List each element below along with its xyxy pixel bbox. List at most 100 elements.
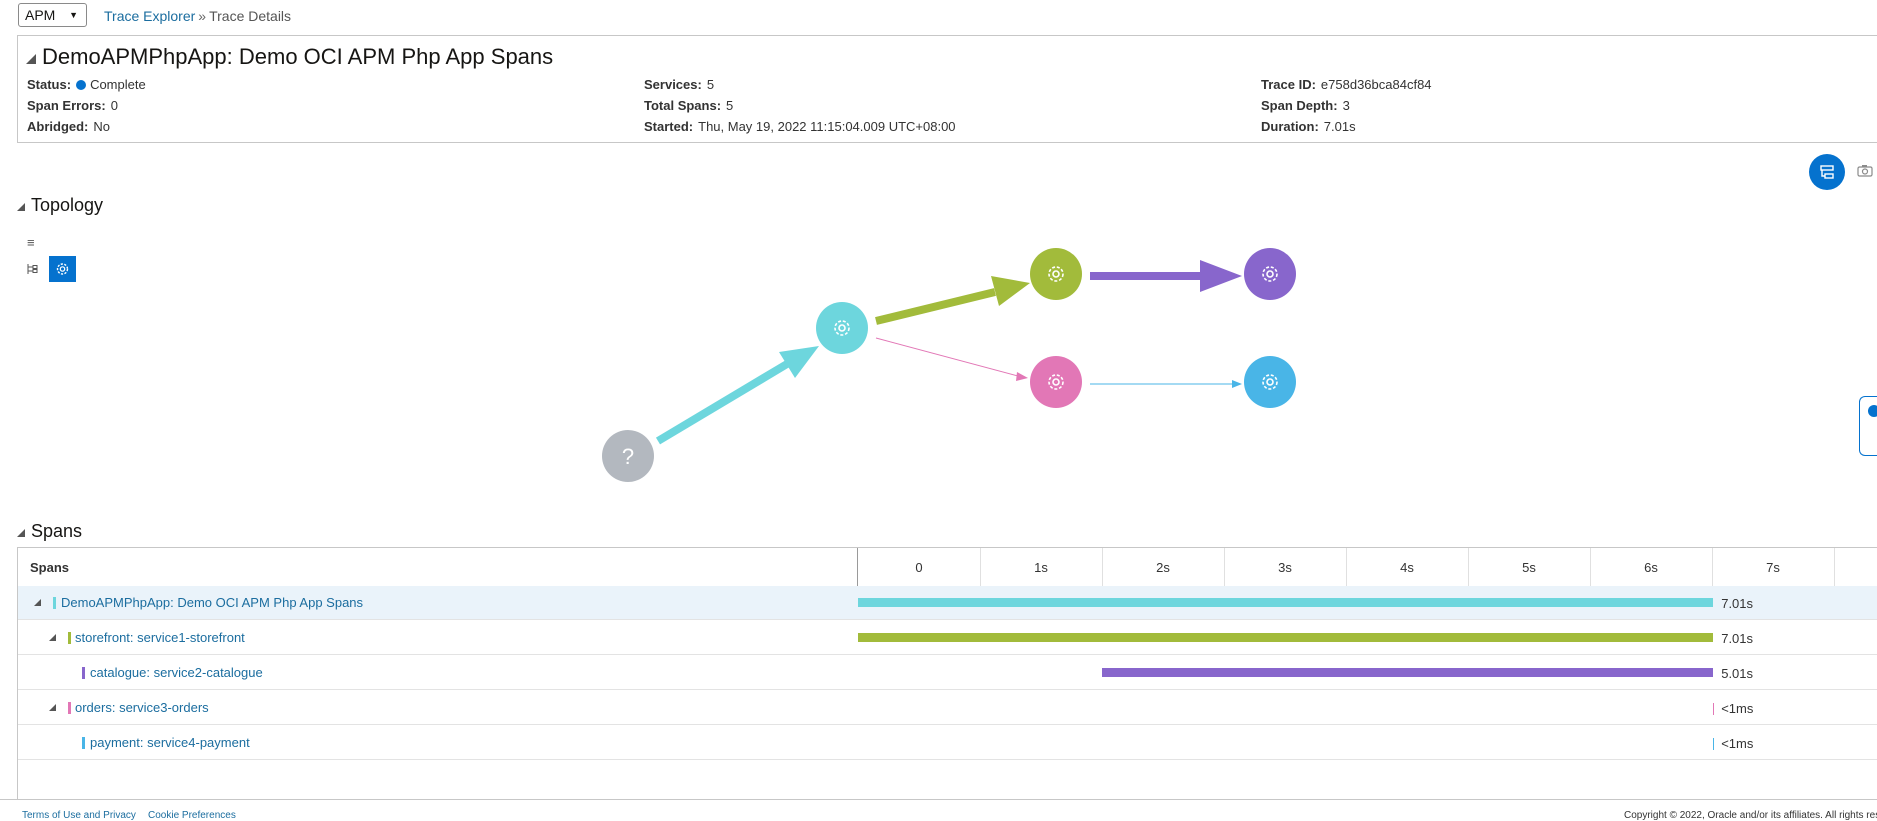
abridged-value: No bbox=[93, 119, 111, 134]
service-color-marker bbox=[53, 597, 56, 609]
trace-meta-col2: Services: 5 Total Spans: 5 Started: Thu, Ma… bbox=[644, 74, 956, 137]
trace-title-row: DemoAPMPhpApp: Demo OCI APM Php App Span… bbox=[26, 44, 553, 70]
started-label: Started: bbox=[644, 119, 694, 134]
status-dot-icon bbox=[76, 80, 87, 90]
breadcrumb-trace-explorer[interactable]: Trace Explorer bbox=[104, 8, 195, 24]
topology-title: Topology bbox=[31, 195, 104, 215]
timeline-gridline bbox=[1102, 548, 1103, 586]
edge-storefront-to-catalogue bbox=[1090, 260, 1242, 292]
overview-panel-handle[interactable] bbox=[1859, 396, 1877, 456]
span-duration-label: 7.01s bbox=[1721, 596, 1754, 611]
span-name-link[interactable]: payment: service4-payment bbox=[90, 735, 250, 750]
edge-root-to-storefront bbox=[875, 276, 1030, 325]
span-errors-label: Span Errors: bbox=[27, 98, 106, 113]
status-value: Complete bbox=[90, 77, 146, 92]
node-root-service[interactable] bbox=[816, 302, 868, 354]
spans-title: Spans bbox=[31, 521, 83, 541]
span-name-link[interactable]: DemoAPMPhpApp: Demo OCI APM Php App Span… bbox=[61, 595, 363, 610]
span-row[interactable]: payment: service4-payment <1ms bbox=[18, 726, 1877, 760]
trace-id-label: Trace ID: bbox=[1261, 77, 1316, 92]
collapse-icon[interactable] bbox=[26, 54, 36, 64]
trace-meta-col3: Trace ID: e758d36bca84cf84 Span Depth: 3 D… bbox=[1261, 74, 1432, 137]
collapse-icon[interactable] bbox=[49, 634, 56, 641]
span-duration-label: <1ms bbox=[1721, 701, 1754, 716]
timeline-tick-label: 0 bbox=[915, 560, 923, 575]
breadcrumb: Trace Explorer» Trace Details bbox=[104, 8, 291, 24]
topology-graph: ? bbox=[602, 248, 1296, 482]
hierarchy-icon[interactable] bbox=[25, 263, 39, 275]
edge-orders-to-payment bbox=[1090, 380, 1242, 388]
service-view-button[interactable] bbox=[49, 256, 76, 282]
span-name-link[interactable]: catalogue: service2-catalogue bbox=[90, 665, 263, 680]
services-label: Services: bbox=[644, 77, 702, 92]
span-duration-bar[interactable] bbox=[1102, 668, 1714, 677]
collapse-icon[interactable] bbox=[34, 599, 41, 606]
started-value: Thu, May 19, 2022 11:15:04.009 UTC+08:00 bbox=[698, 119, 956, 134]
collapse-icon[interactable] bbox=[17, 529, 25, 537]
gear-icon bbox=[56, 263, 69, 275]
camera-icon[interactable] bbox=[1857, 164, 1873, 177]
breadcrumb-separator: » bbox=[198, 8, 207, 24]
node-unknown[interactable]: ? bbox=[602, 430, 654, 482]
service-color-marker bbox=[82, 737, 85, 749]
duration-value: 7.01s bbox=[1323, 119, 1356, 134]
span-name-link[interactable]: storefront: service1-storefront bbox=[75, 630, 245, 645]
timeline-gridline bbox=[1224, 548, 1225, 586]
timeline-gridline bbox=[1712, 548, 1713, 586]
service-color-marker bbox=[82, 667, 85, 679]
span-row[interactable]: storefront: service1-storefront 7.01s bbox=[18, 621, 1877, 655]
edge-unknown-to-root bbox=[655, 346, 819, 445]
node-orders[interactable] bbox=[1030, 356, 1082, 408]
timeline-tick-label: 1s bbox=[1034, 560, 1048, 575]
timeline-tick-label: 7s bbox=[1766, 560, 1780, 575]
spans-header[interactable]: Spans bbox=[17, 521, 82, 542]
span-row[interactable]: orders: service3-orders <1ms bbox=[18, 691, 1877, 725]
node-catalogue[interactable] bbox=[1244, 248, 1296, 300]
span-depth-value: 3 bbox=[1342, 98, 1350, 113]
timeline-gridline bbox=[1346, 548, 1347, 586]
collapse-icon[interactable] bbox=[49, 704, 56, 711]
timeline-gridline bbox=[1590, 548, 1591, 586]
question-icon: ? bbox=[622, 444, 634, 469]
span-duration-bar[interactable] bbox=[1713, 738, 1715, 750]
timeline-tick-label: 3s bbox=[1278, 560, 1292, 575]
timeline-gridline bbox=[1468, 548, 1469, 586]
app-select-value: APM bbox=[25, 7, 56, 23]
page-title: DemoAPMPhpApp: Demo OCI APM Php App Span… bbox=[42, 44, 554, 69]
chevron-down-icon: ▼ bbox=[69, 10, 78, 20]
span-depth-label: Span Depth: bbox=[1261, 98, 1338, 113]
app-select[interactable]: APM ▼ bbox=[18, 3, 87, 27]
span-name-link[interactable]: orders: service3-orders bbox=[75, 700, 209, 715]
spans-table-header: Spans 0 1s 2s 3s 4s 5s 6s 7s bbox=[18, 548, 1877, 587]
node-storefront[interactable] bbox=[1030, 248, 1082, 300]
collapse-icon[interactable] bbox=[17, 203, 25, 211]
overview-icon bbox=[1868, 405, 1877, 417]
span-duration-bar[interactable] bbox=[1713, 703, 1715, 715]
spans-column-header: Spans bbox=[30, 560, 70, 575]
span-errors-value: 0 bbox=[110, 98, 118, 113]
span-duration-bar[interactable] bbox=[858, 633, 1714, 642]
trace-id-value: e758d36bca84cf84 bbox=[1320, 77, 1432, 92]
breadcrumb-current: Trace Details bbox=[209, 8, 292, 24]
span-duration-label: <1ms bbox=[1721, 736, 1754, 751]
tree-view-icon bbox=[1820, 165, 1834, 179]
abridged-label: Abridged: bbox=[27, 119, 89, 134]
trace-meta-col1: Status: Complete Span Errors: 0 Abridged: N… bbox=[27, 74, 146, 137]
topology-header[interactable]: Topology bbox=[17, 195, 103, 216]
services-value: 5 bbox=[706, 77, 715, 92]
span-duration-label: 5.01s bbox=[1721, 666, 1754, 681]
timeline-tick-label: 4s bbox=[1400, 560, 1414, 575]
span-row[interactable]: catalogue: service2-catalogue 5.01s bbox=[18, 656, 1877, 690]
timeline-gridline bbox=[1834, 548, 1835, 586]
span-row[interactable]: DemoAPMPhpApp: Demo OCI APM Php App Span… bbox=[18, 586, 1877, 620]
tree-view-button[interactable] bbox=[1809, 154, 1845, 190]
span-duration-bar[interactable] bbox=[858, 598, 1714, 607]
timeline-gridline bbox=[980, 548, 981, 586]
footer: Terms of Use and Privacy Cookie Preferen… bbox=[0, 799, 1877, 821]
timeline-tick-label: 6s bbox=[1644, 560, 1658, 575]
column-resize-handle[interactable] bbox=[857, 548, 858, 586]
list-view-icon[interactable]: ≡ bbox=[27, 235, 35, 250]
node-payment[interactable] bbox=[1244, 356, 1296, 408]
edge-root-to-orders bbox=[875, 337, 1028, 381]
timeline-tick-label: 5s bbox=[1522, 560, 1536, 575]
